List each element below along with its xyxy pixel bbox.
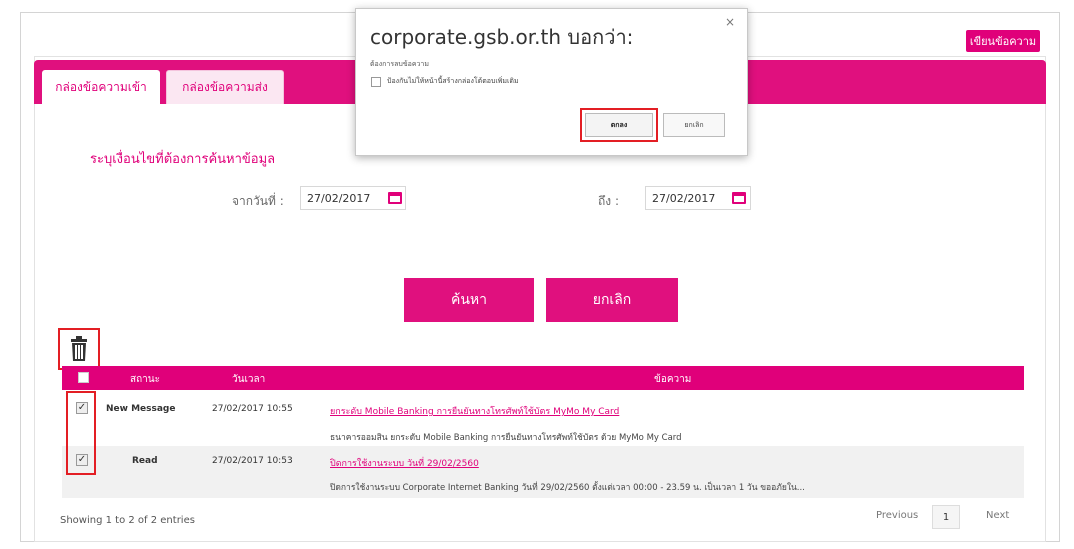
search-button[interactable]: ค้นหา [404, 278, 534, 322]
dialog-title: corporate.gsb.or.th บอกว่า: [370, 25, 634, 49]
from-date-label: จากวันที่ : [232, 194, 284, 208]
col-datetime[interactable]: วันเวลา [232, 372, 265, 387]
trash-icon[interactable] [70, 336, 88, 362]
table-row[interactable]: Read 27/02/2017 10:53 ปิดการใช้งานระบบ ว… [62, 446, 1024, 498]
col-status[interactable]: สถานะ [130, 372, 160, 387]
col-message[interactable]: ข้อความ [654, 372, 691, 387]
select-all-checkbox[interactable] [78, 372, 89, 383]
dialog-message: ต้องการลบข้อความ [370, 60, 429, 68]
page: เขียนข้อความ กล่องข้อความเข้า กล่องข้อคว… [0, 0, 1074, 549]
confirm-dialog: corporate.gsb.or.th บอกว่า: × ต้องการลบข… [355, 8, 748, 156]
suppress-dialogs-checkbox[interactable] [371, 77, 381, 87]
tab-inbox[interactable]: กล่องข้อความเข้า [42, 70, 160, 104]
search-title: ระบุเงื่อนไขที่ต้องการค้นหาข้อมูล [90, 152, 276, 167]
calendar-icon[interactable] [388, 192, 402, 204]
cancel-search-button[interactable]: ยกเลิก [546, 278, 678, 322]
row-datetime: 27/02/2017 10:55 [212, 404, 293, 414]
to-date-label: ถึง : [598, 194, 619, 208]
tab-outbox[interactable]: กล่องข้อความส่ง [166, 70, 284, 104]
table-header: สถานะ วันเวลา ข้อความ [62, 366, 1024, 390]
previous-button[interactable]: Previous [876, 510, 918, 521]
checkbox-highlight [66, 391, 96, 475]
row-status: Read [132, 456, 158, 466]
row-preview: ปิดการใช้งานระบบ Corporate Internet Bank… [330, 483, 805, 493]
close-icon[interactable]: × [725, 15, 735, 29]
calendar-icon[interactable] [732, 192, 746, 204]
next-button[interactable]: Next [986, 510, 1009, 521]
row-datetime: 27/02/2017 10:53 [212, 456, 293, 466]
suppress-dialogs-label: ป้องกันไม่ให้หน้านี้สร้างกล่องโต้ตอบเพิ่… [387, 77, 519, 85]
row-status: New Message [106, 404, 176, 414]
page-1-button[interactable]: 1 [932, 505, 960, 529]
entries-info: Showing 1 to 2 of 2 entries [60, 515, 195, 526]
dialog-cancel-button[interactable]: ยกเลิก [663, 113, 725, 137]
ok-button[interactable]: ตกลง [585, 113, 653, 137]
table-row[interactable]: New Message 27/02/2017 10:55 ยกระดับ Mob… [62, 392, 1024, 446]
row-subject-link[interactable]: ปิดการใช้งานระบบ วันที่ 29/02/2560 [330, 456, 479, 470]
row-subject-link[interactable]: ยกระดับ Mobile Banking การยืนยันทางโทรศั… [330, 404, 619, 418]
compose-button[interactable]: เขียนข้อความ [966, 30, 1040, 52]
row-preview: ธนาคารออมสิน ยกระดับ Mobile Banking การย… [330, 433, 682, 443]
